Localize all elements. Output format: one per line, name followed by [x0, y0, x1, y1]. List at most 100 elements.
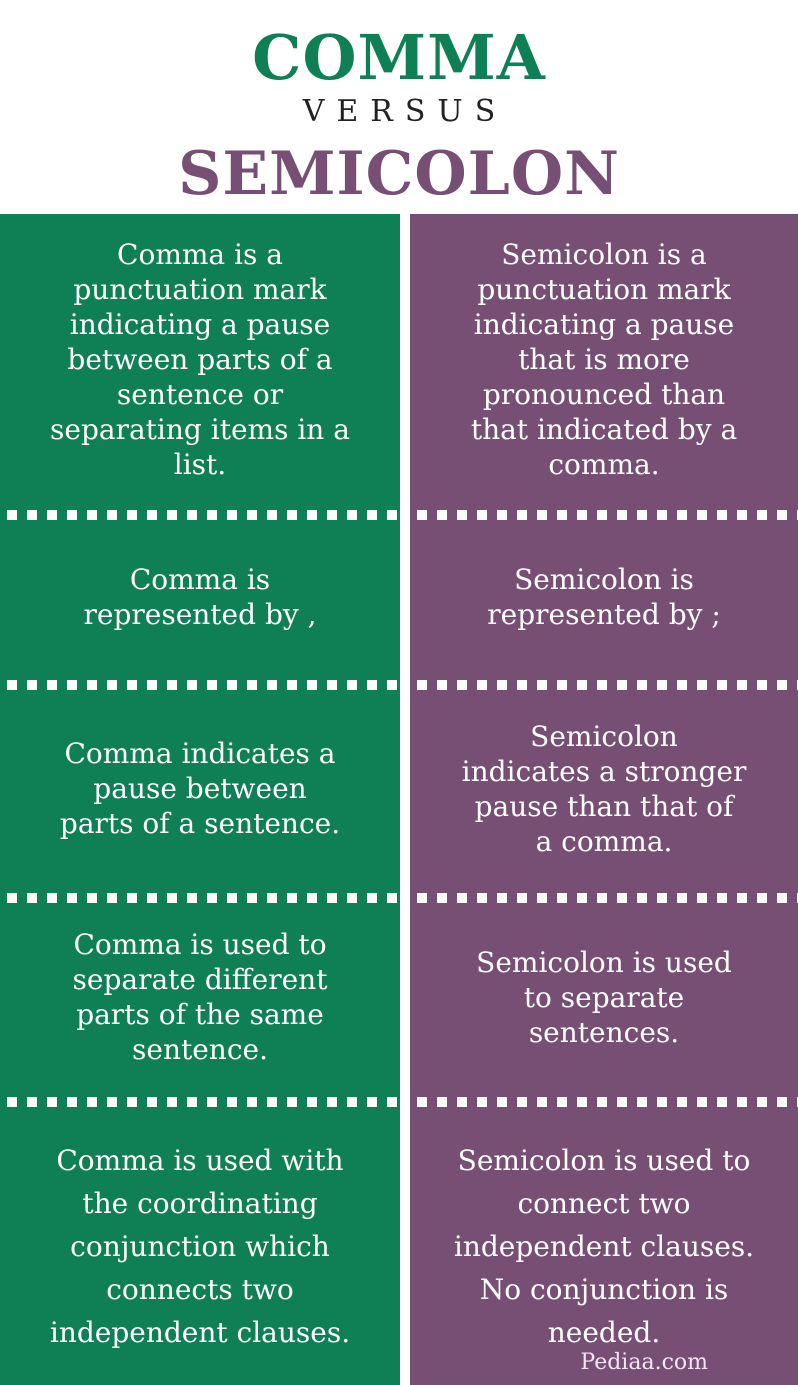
- divider-dot: [7, 1097, 17, 1107]
- divider-dot: [517, 680, 527, 690]
- semicolon-column: Pediaa.com Semicolon is a punctuation mar…: [410, 214, 798, 1385]
- text-line: that is more: [518, 342, 690, 376]
- divider-dot: [497, 1097, 507, 1107]
- divider-dot: [27, 1097, 37, 1107]
- divider-dot: [147, 510, 157, 520]
- text-line: Comma is a: [117, 237, 283, 271]
- divider-dot: [577, 680, 587, 690]
- divider-dot: [737, 510, 747, 520]
- divider-dot: [87, 1097, 97, 1107]
- divider-dot: [497, 893, 507, 903]
- divider-dot: [87, 893, 97, 903]
- divider-dot: [7, 893, 17, 903]
- divider-dot: [347, 893, 357, 903]
- text-line: needed.: [547, 1315, 661, 1349]
- divider-dot: [617, 1097, 627, 1107]
- divider-dot: [457, 510, 467, 520]
- divider-dot: [417, 510, 427, 520]
- divider-dot: [7, 510, 17, 520]
- divider-dot: [127, 680, 137, 690]
- comma-text: Comma is used to separate different parts …: [73, 927, 328, 1067]
- text-line: that indicated by a: [470, 412, 738, 446]
- divider-dot: [67, 893, 77, 903]
- text-line: parts of a sentence.: [59, 807, 341, 840]
- comma-text: Comma indicates a pause between parts of a…: [60, 736, 340, 841]
- divider-dot: [757, 510, 767, 520]
- divider-dot: [537, 1097, 547, 1107]
- semicolon-text: Semicolon is a punctuation mark indicating…: [471, 237, 737, 482]
- divider-dot: [27, 680, 37, 690]
- semicolon-cell-3: Semicolon indicates a stronger pause than …: [410, 690, 798, 887]
- divider-dot: [457, 1097, 467, 1107]
- divider-dot: [657, 510, 667, 520]
- divider-dot: [307, 1097, 317, 1107]
- comma-column: Comma is a punctuation mark indicating a p…: [0, 214, 400, 1385]
- semicolon-cell-4: Semicolon is used to separate sentences.: [410, 903, 798, 1091]
- divider-dot: [417, 893, 427, 903]
- divider-dot: [677, 510, 687, 520]
- divider-dot: [577, 893, 587, 903]
- divider-dot: [637, 893, 647, 903]
- divider-dot: [737, 893, 747, 903]
- divider-dot: [517, 1097, 527, 1107]
- divider-dot: [517, 893, 527, 903]
- divider-dot: [167, 1097, 177, 1107]
- divider-dot: [267, 1097, 277, 1107]
- dotted-divider: [0, 510, 400, 520]
- divider-dot: [777, 893, 787, 903]
- text-line: represented by ;: [487, 598, 721, 631]
- comma-cell-3: Comma indicates a pause between parts of a…: [0, 690, 400, 887]
- divider-dot: [307, 680, 317, 690]
- divider-dot: [677, 893, 687, 903]
- divider-dot: [637, 510, 647, 520]
- dotted-divider: [0, 680, 400, 690]
- text-line: separating items in a: [50, 412, 350, 446]
- semicolon-text: Semicolon is represented by ;: [487, 562, 721, 632]
- divider-dot: [147, 1097, 157, 1107]
- divider-dot: [477, 893, 487, 903]
- divider-dot: [107, 1097, 117, 1107]
- text-line: indicates a stronger: [461, 754, 747, 788]
- divider-dot: [387, 893, 397, 903]
- text-line: Comma indicates a: [64, 737, 336, 770]
- text-line: sentence or: [116, 377, 284, 411]
- text-line: parts of the same: [76, 998, 324, 1031]
- text-line: separate different: [72, 963, 328, 996]
- divider-dot: [247, 893, 257, 903]
- divider-dot: [777, 1097, 787, 1107]
- divider-dot: [307, 510, 317, 520]
- divider-dot: [457, 680, 467, 690]
- divider-dot: [187, 510, 197, 520]
- divider-dot: [347, 510, 357, 520]
- text-line: indicating a pause: [473, 307, 735, 341]
- text-line: pause than that of: [474, 789, 734, 823]
- dotted-divider: [410, 510, 798, 520]
- divider-dot: [777, 510, 787, 520]
- divider-dot: [47, 893, 57, 903]
- divider-dot: [367, 680, 377, 690]
- divider-dot: [477, 1097, 487, 1107]
- text-line: connects two: [106, 1272, 294, 1306]
- divider-dot: [477, 510, 487, 520]
- divider-dot: [457, 893, 467, 903]
- divider-dot: [287, 893, 297, 903]
- divider-dot: [497, 510, 507, 520]
- divider-dot: [437, 893, 447, 903]
- comma-cell-2: Comma is represented by ,: [0, 520, 400, 674]
- semicolon-cell-1: Semicolon is a punctuation mark indicating…: [410, 214, 798, 504]
- divider-dot: [497, 680, 507, 690]
- divider-dot: [437, 680, 447, 690]
- divider-dot: [597, 893, 607, 903]
- divider-dot: [677, 680, 687, 690]
- text-line: No conjunction is: [479, 1272, 729, 1306]
- divider-dot: [267, 893, 277, 903]
- text-line: Semicolon is used to: [457, 1143, 751, 1177]
- text-line: Semicolon is used: [476, 945, 732, 979]
- divider-dot: [87, 680, 97, 690]
- text-line: pause between: [93, 772, 307, 805]
- divider-dot: [557, 893, 567, 903]
- divider-dot: [327, 1097, 337, 1107]
- semicolon-cell-2: Semicolon is represented by ;: [410, 520, 798, 674]
- divider-dot: [187, 680, 197, 690]
- divider-dot: [107, 893, 117, 903]
